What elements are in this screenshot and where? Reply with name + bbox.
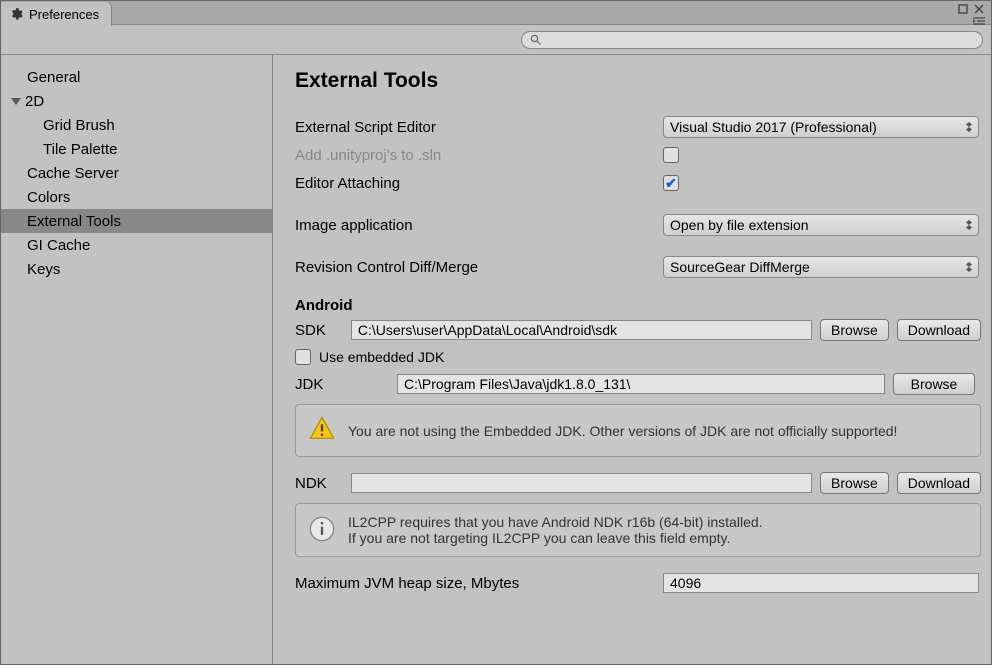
warning-jdk: You are not using the Embedded JDK. Othe… <box>295 404 981 457</box>
search-field[interactable] <box>521 31 983 49</box>
caret-down-icon <box>11 98 21 105</box>
button-sdk-browse[interactable]: Browse <box>820 319 889 341</box>
sidebar: General 2D Grid Brush Tile Palette Cache… <box>1 55 273 664</box>
checkbox-use-embedded-jdk[interactable] <box>295 349 311 365</box>
label-use-embedded-jdk: Use embedded JDK <box>319 349 444 365</box>
row-use-embedded-jdk: Use embedded JDK <box>295 346 981 368</box>
input-jdk-path[interactable] <box>397 374 885 394</box>
label-revision-control: Revision Control Diff/Merge <box>295 259 663 276</box>
row-editor-attaching: Editor Attaching <box>295 169 981 197</box>
sidebar-item-cache-server[interactable]: Cache Server <box>1 161 272 185</box>
sidebar-item-tile-palette[interactable]: Tile Palette <box>1 137 272 161</box>
dropdown-revision-control[interactable]: SourceGear DiffMerge <box>663 256 979 278</box>
sidebar-item-general[interactable]: General <box>1 65 272 89</box>
label-editor-attaching: Editor Attaching <box>295 175 663 192</box>
search-row <box>1 25 991 55</box>
row-revision-control: Revision Control Diff/Merge SourceGear D… <box>295 253 981 281</box>
label-image-application: Image application <box>295 217 663 234</box>
row-ndk: NDK Browse Download <box>295 471 981 495</box>
label-ndk: NDK <box>295 475 343 492</box>
checkbox-editor-attaching[interactable] <box>663 175 679 191</box>
sidebar-item-grid-brush[interactable]: Grid Brush <box>1 113 272 137</box>
warning-icon <box>308 415 336 446</box>
dropdown-image-application[interactable]: Open by file extension <box>663 214 979 236</box>
checkbox-add-unityproj[interactable] <box>663 147 679 163</box>
dock-icon[interactable] <box>955 3 971 15</box>
button-sdk-download[interactable]: Download <box>897 319 981 341</box>
preferences-window: Preferences General 2D Grid Brush Til <box>0 0 992 665</box>
input-heap[interactable] <box>663 573 979 593</box>
row-image-application: Image application Open by file extension <box>295 211 981 239</box>
input-ndk-path[interactable] <box>351 473 812 493</box>
label-jdk: JDK <box>295 376 389 393</box>
row-heap: Maximum JVM heap size, Mbytes <box>295 571 981 595</box>
input-sdk-path[interactable] <box>351 320 812 340</box>
sidebar-item-colors[interactable]: Colors <box>1 185 272 209</box>
row-jdk: JDK Browse <box>295 372 981 396</box>
warning-jdk-text: You are not using the Embedded JDK. Othe… <box>348 423 897 439</box>
sidebar-item-2d[interactable]: 2D <box>1 89 272 113</box>
tab-label: Preferences <box>29 7 99 22</box>
page-title: External Tools <box>295 69 981 93</box>
row-sdk: SDK Browse Download <box>295 318 981 342</box>
label-sdk: SDK <box>295 322 343 339</box>
main-panel: External Tools External Script Editor Vi… <box>273 55 991 664</box>
info-ndk: IL2CPP requires that you have Android ND… <box>295 503 981 557</box>
info-ndk-text: IL2CPP requires that you have Android ND… <box>348 514 763 546</box>
button-ndk-browse[interactable]: Browse <box>820 472 889 494</box>
dropdown-external-script-editor[interactable]: Visual Studio 2017 (Professional) <box>663 116 979 138</box>
sidebar-item-gi-cache[interactable]: GI Cache <box>1 233 272 257</box>
body: General 2D Grid Brush Tile Palette Cache… <box>1 55 991 664</box>
button-jdk-browse[interactable]: Browse <box>893 373 975 395</box>
sidebar-item-keys[interactable]: Keys <box>1 257 272 281</box>
search-input[interactable] <box>546 33 974 47</box>
gear-icon <box>9 7 23 21</box>
close-icon[interactable] <box>971 3 987 15</box>
tab-row: Preferences <box>1 1 991 25</box>
label-add-unityproj: Add .unityproj's to .sln <box>295 147 663 164</box>
sidebar-item-external-tools[interactable]: External Tools <box>1 209 272 233</box>
tab-preferences[interactable]: Preferences <box>1 2 112 26</box>
window-controls <box>955 3 987 15</box>
section-android: Android <box>295 297 981 314</box>
row-external-script-editor: External Script Editor Visual Studio 201… <box>295 113 981 141</box>
label-external-script-editor: External Script Editor <box>295 119 663 136</box>
button-ndk-download[interactable]: Download <box>897 472 981 494</box>
row-add-unityproj: Add .unityproj's to .sln <box>295 141 981 169</box>
label-heap: Maximum JVM heap size, Mbytes <box>295 575 663 592</box>
menu-icon[interactable] <box>971 15 987 27</box>
search-icon <box>530 34 542 46</box>
info-icon <box>308 515 336 546</box>
